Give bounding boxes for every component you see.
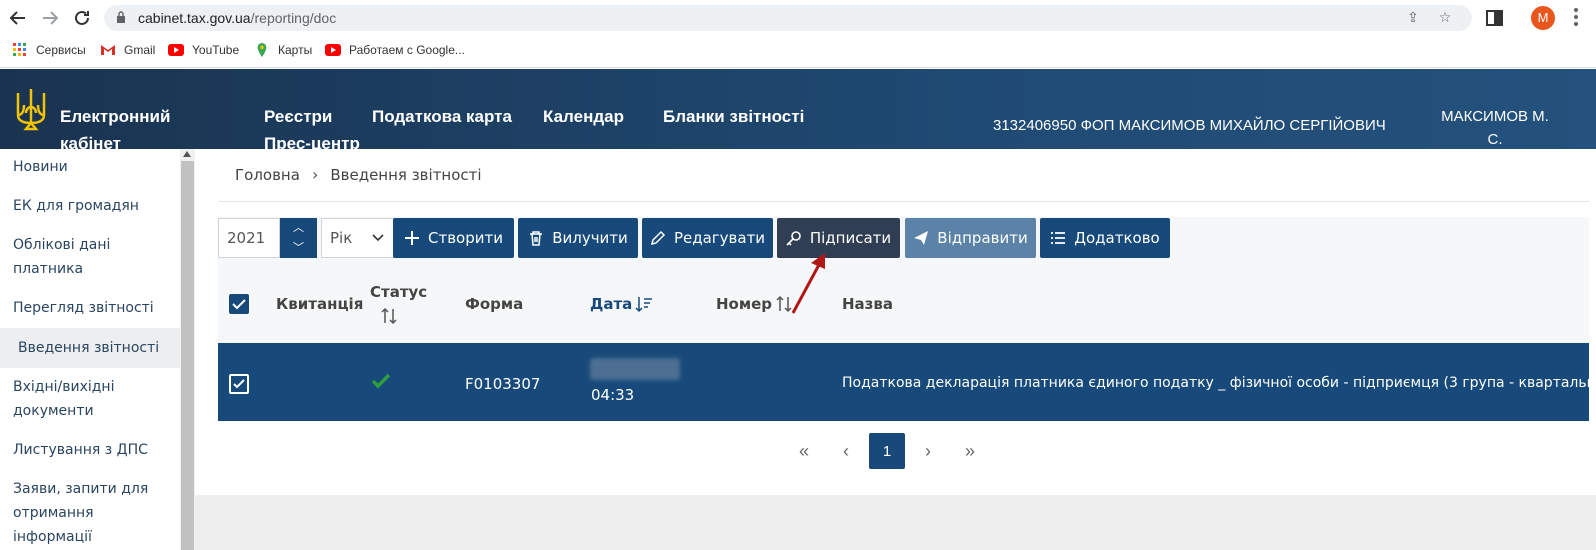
content-panel: Головна › Введення звітності 2021 ︿ ﹀ Рі… bbox=[195, 149, 1596, 495]
check-icon bbox=[232, 299, 246, 310]
more-button[interactable]: Додатково bbox=[1040, 218, 1170, 258]
sidebar-item-view-reports[interactable]: Перегляд звітності bbox=[13, 296, 173, 320]
sidebar-item-correspondence[interactable]: Листування з ДПС bbox=[13, 438, 173, 462]
chevron-right-icon: › bbox=[311, 165, 319, 184]
bookmark-maps[interactable]: Карты bbox=[254, 43, 312, 57]
divider bbox=[219, 201, 1589, 202]
status-check-icon bbox=[371, 373, 391, 389]
sidebar-item-enter-reports[interactable]: Введення звітності bbox=[0, 328, 180, 368]
column-form[interactable]: Форма bbox=[465, 295, 523, 313]
brand-title[interactable]: Електронний кабінет bbox=[60, 103, 190, 149]
page-number-current[interactable]: 1 bbox=[869, 433, 905, 469]
url-text: cabinet.tax.gov.ua/reporting/doc bbox=[138, 10, 337, 26]
star-icon[interactable]: ☆ bbox=[1436, 9, 1454, 27]
nav-registries[interactable]: Реєстри Прес-центр bbox=[264, 103, 360, 149]
trident-logo-icon[interactable] bbox=[14, 87, 48, 137]
chevron-up-icon[interactable]: ︿ bbox=[280, 218, 317, 238]
sidebar-item-citizens[interactable]: ЕК для громадян bbox=[13, 194, 173, 218]
maps-pin-icon bbox=[257, 43, 267, 57]
breadcrumb-current: Введення звітності bbox=[330, 165, 482, 184]
column-name[interactable]: Назва bbox=[842, 295, 893, 313]
youtube-icon bbox=[325, 44, 341, 56]
address-bar[interactable]: cabinet.tax.gov.ua/reporting/doc ⇪ ☆ bbox=[104, 5, 1472, 31]
check-icon bbox=[233, 379, 245, 389]
select-all-checkbox[interactable] bbox=[229, 294, 249, 314]
forward-arrow-icon[interactable] bbox=[38, 6, 62, 30]
key-icon bbox=[786, 231, 801, 246]
row-time: 04:33 bbox=[591, 386, 635, 404]
paper-plane-icon bbox=[914, 231, 929, 245]
redacted-date bbox=[590, 358, 680, 380]
nav-tax-map[interactable]: Податкова карта bbox=[372, 103, 512, 130]
bookmark-google-work[interactable]: Работаем с Google... bbox=[325, 43, 465, 57]
sidebar-scroll-thumb[interactable] bbox=[181, 161, 194, 550]
row-name: Податкова декларація платника єдиного по… bbox=[842, 375, 1596, 391]
sidebar-item-requests[interactable]: Заяви, запити для отримання інформації bbox=[13, 477, 173, 549]
period-select[interactable]: Рік bbox=[321, 218, 395, 258]
sidebar-item-documents[interactable]: Вхідні/вихідні документи bbox=[13, 375, 173, 423]
sort-icon[interactable] bbox=[380, 307, 398, 325]
next-page-icon[interactable]: › bbox=[910, 433, 946, 469]
sidebar-item-news[interactable]: Новини bbox=[13, 155, 173, 179]
reload-icon[interactable] bbox=[70, 6, 94, 30]
row-checkbox[interactable] bbox=[229, 374, 249, 394]
first-page-icon[interactable]: « bbox=[786, 433, 822, 469]
profile-avatar[interactable]: M bbox=[1531, 6, 1555, 30]
apps-grid-icon bbox=[13, 43, 26, 56]
list-icon bbox=[1051, 232, 1066, 244]
column-date[interactable]: Дата bbox=[590, 295, 632, 313]
user-menu[interactable]: МАКСИМОВ М. С. bbox=[1430, 105, 1560, 149]
menu-dots-icon[interactable] bbox=[1574, 8, 1578, 28]
prev-page-icon[interactable]: ‹ bbox=[828, 433, 864, 469]
last-page-icon[interactable]: » bbox=[952, 433, 988, 469]
send-button[interactable]: Відправити bbox=[905, 218, 1036, 258]
plus-icon bbox=[405, 231, 419, 245]
chevron-down-icon[interactable]: ﹀ bbox=[280, 238, 317, 258]
chevron-down-icon bbox=[372, 234, 384, 242]
back-arrow-icon[interactable] bbox=[6, 6, 30, 30]
scroll-up-arrow-icon[interactable] bbox=[183, 151, 191, 157]
user-identity: 3132406950 ФОП МАКСИМОВ МИХАЙЛО СЕРГІЙОВ… bbox=[993, 117, 1386, 134]
nav-calendar[interactable]: Календар bbox=[543, 103, 624, 130]
trash-icon bbox=[530, 231, 543, 246]
year-input[interactable]: 2021 bbox=[218, 218, 280, 258]
sidebar: Новини ЕК для громадян Облікові дані пла… bbox=[0, 149, 195, 550]
period-value: Рік bbox=[330, 229, 353, 247]
side-panel-icon[interactable] bbox=[1484, 7, 1506, 29]
bookmark-services[interactable]: Сервисы bbox=[12, 43, 86, 57]
bookmark-youtube[interactable]: YouTube bbox=[168, 43, 239, 57]
nav-press-center: Прес-центр bbox=[264, 134, 360, 149]
share-icon[interactable]: ⇪ bbox=[1404, 9, 1422, 27]
breadcrumb-home[interactable]: Головна bbox=[235, 166, 300, 184]
pencil-icon bbox=[650, 230, 665, 246]
site-header: Електронний кабінет Реєстри Прес-центр П… bbox=[0, 69, 1596, 149]
nav-report-forms[interactable]: Бланки звітності bbox=[663, 103, 804, 130]
bookmarks-bar: Сервисы Gmail YouTube Карты Работаем с G… bbox=[0, 36, 1596, 68]
column-status[interactable]: Статус bbox=[370, 283, 427, 301]
year-stepper[interactable]: ︿ ﹀ bbox=[280, 218, 317, 258]
breadcrumb: Головна › Введення звітності bbox=[235, 165, 482, 184]
sort-icon[interactable] bbox=[775, 295, 793, 313]
edit-button[interactable]: Редагувати bbox=[642, 218, 773, 258]
column-receipt[interactable]: Квитанція bbox=[276, 295, 363, 313]
bookmark-gmail[interactable]: Gmail bbox=[100, 43, 155, 57]
browser-toolbar: cabinet.tax.gov.ua/reporting/doc ⇪ ☆ M bbox=[0, 0, 1596, 36]
column-number[interactable]: Номер bbox=[716, 295, 772, 313]
sidebar-item-taxpayer-data[interactable]: Облікові дані платника bbox=[13, 233, 173, 281]
sort-desc-icon[interactable] bbox=[635, 295, 653, 313]
gmail-icon bbox=[101, 45, 115, 55]
create-button[interactable]: Створити bbox=[393, 218, 514, 258]
row-form: F0103307 bbox=[465, 375, 541, 393]
main-area: Головна › Введення звітності 2021 ︿ ﹀ Рі… bbox=[195, 149, 1596, 550]
lock-icon bbox=[117, 11, 125, 23]
youtube-icon bbox=[168, 44, 184, 56]
delete-button[interactable]: Вилучити bbox=[518, 218, 638, 258]
